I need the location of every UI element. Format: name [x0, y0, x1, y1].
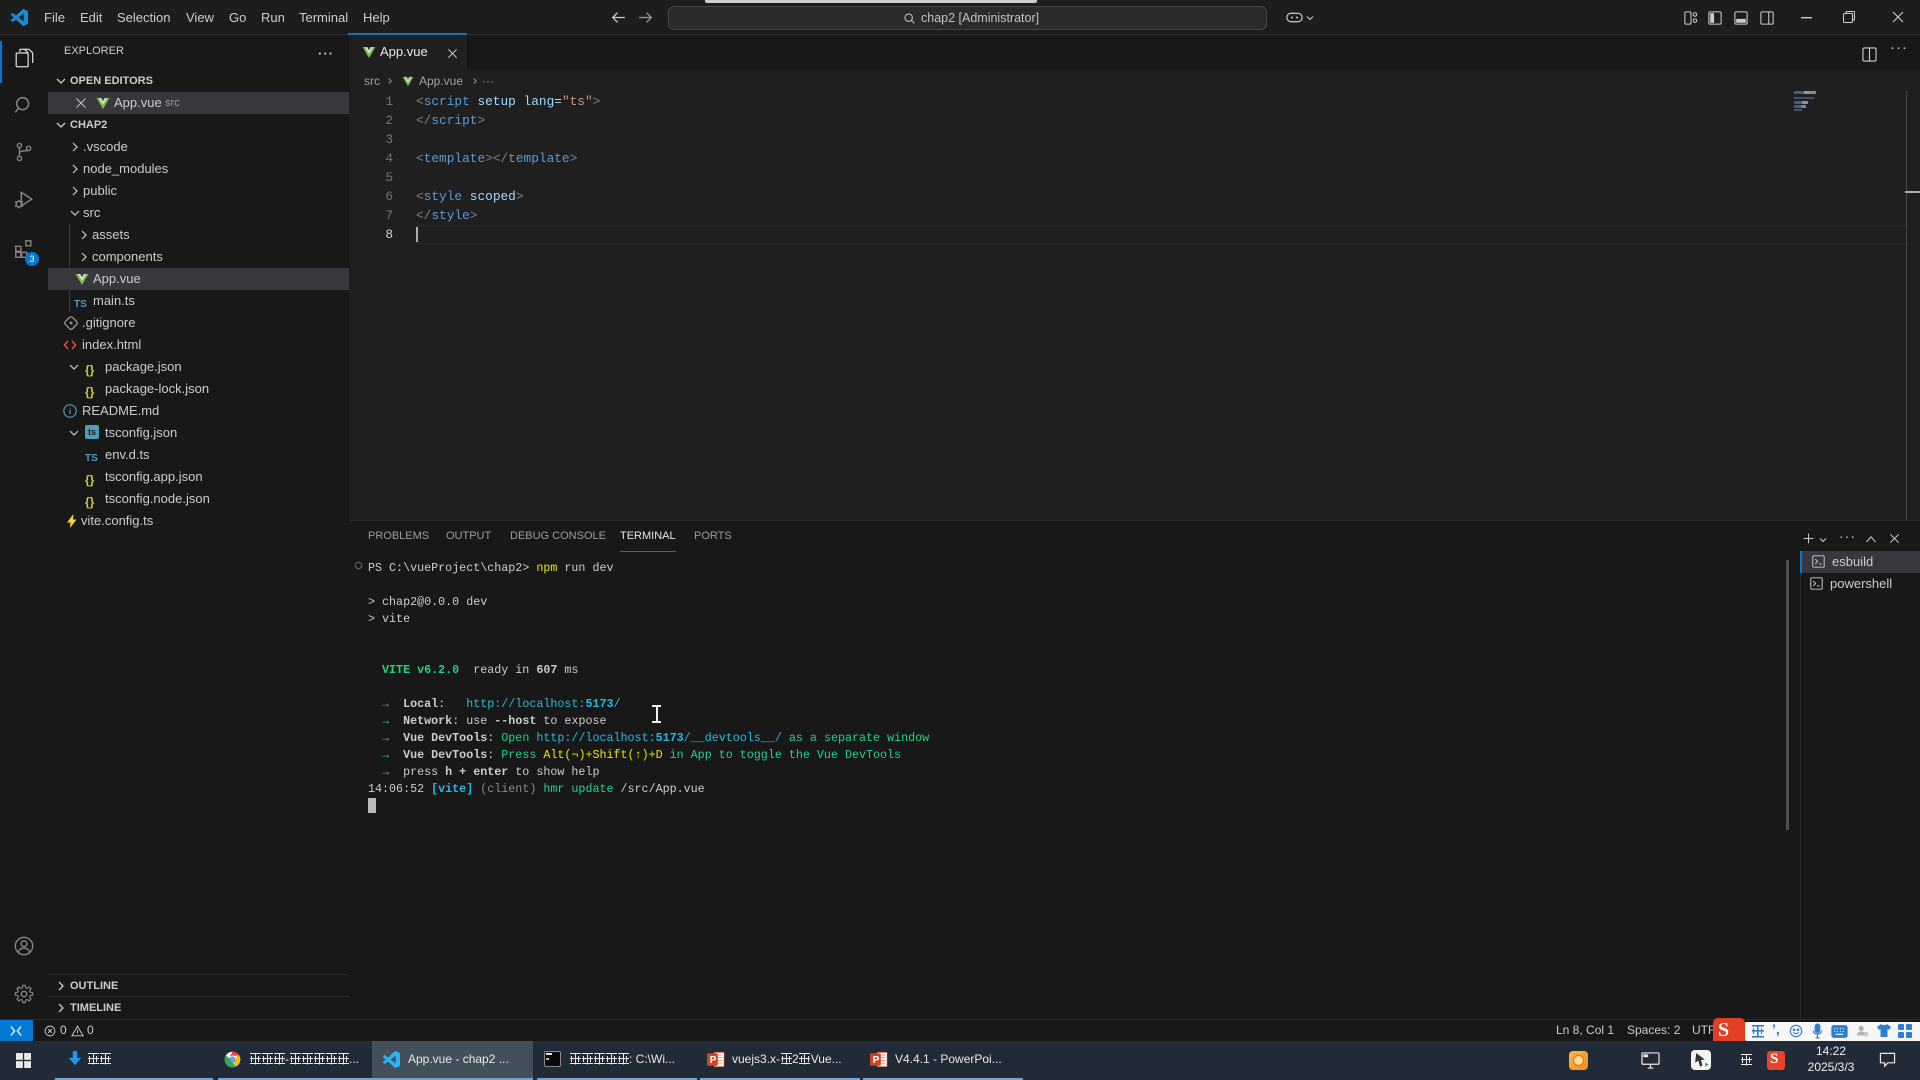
svg-text:P: P: [710, 1055, 717, 1066]
svg-text:P: P: [873, 1055, 880, 1066]
